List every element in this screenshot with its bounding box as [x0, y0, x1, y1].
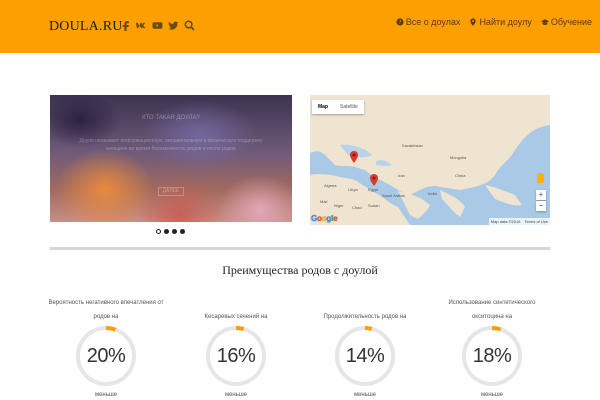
slider-dot-3[interactable] [172, 229, 177, 234]
slider-pagination [156, 229, 188, 234]
stat-sub: меньше [94, 392, 118, 398]
stat-ring: 14% [333, 324, 397, 388]
google-logo: Google [311, 214, 338, 223]
map-label-chad: Chad [352, 205, 362, 210]
twitter-icon[interactable] [166, 18, 181, 32]
facebook-icon[interactable] [118, 18, 133, 32]
stat-label: Использование синтетического окситоцина … [448, 300, 536, 320]
stat-value: 16% [216, 345, 256, 367]
svg-text:?: ? [398, 20, 401, 26]
nav-item-about-label: Все о доулах [405, 17, 461, 27]
vk-icon[interactable] [134, 18, 149, 32]
map-label-niger: Niger [334, 203, 344, 208]
graduation-cap-icon [540, 19, 549, 25]
stat-negative-impression: Вероятность негативного впечатления от р… [46, 296, 166, 398]
slider-dot-2[interactable] [164, 229, 169, 234]
map-label-iran: Iran [398, 173, 405, 178]
stat-sub: меньше [224, 392, 248, 398]
stat-oxytocin: Использование синтетического окситоцина … [432, 296, 552, 398]
zoom-out-button[interactable]: − [536, 201, 546, 211]
social-links [118, 18, 198, 32]
map-marker-pin-1[interactable] [350, 151, 358, 163]
site-logo[interactable]: DOULA.RU [49, 19, 123, 35]
map-label-egypt: Egypt [368, 187, 379, 192]
map-type-tabs: Map Satellite [312, 100, 364, 114]
stat-ring: 20% [74, 324, 138, 388]
map-label-mali: Mali [320, 199, 328, 204]
map-label-sudan: Sudan [368, 203, 380, 208]
doula-map[interactable]: Kazakhstan Mongolia China Iran Saudi Ara… [310, 95, 550, 225]
map-marker-icon [470, 18, 477, 26]
map-tab-map[interactable]: Map [312, 100, 334, 114]
nav-item-find[interactable]: Найти доулу [469, 17, 532, 27]
street-view-pegman-icon[interactable] [537, 173, 544, 183]
hero-slider[interactable]: КТО ТАКАЯ ДОУЛА? Доула оказывает информа… [50, 95, 292, 222]
map-footer: Map data ©2016 Terms of Use [488, 218, 550, 225]
stat-sub: меньше [480, 392, 504, 398]
stat-label: Продолжительность родов на [323, 314, 407, 320]
stat-ring: 16% [204, 324, 268, 388]
stat-cesarean: Кесаревых сечений на 16% меньше [176, 296, 296, 398]
stat-value: 14% [345, 345, 385, 367]
map-land [310, 95, 550, 225]
slide-title: КТО ТАКАЯ ДОУЛА? [142, 115, 200, 121]
map-attribution: Map data ©2016 [490, 219, 521, 224]
map-marker-pin-2[interactable] [370, 174, 378, 186]
stat-value: 18% [472, 345, 512, 367]
map-label-china: China [455, 173, 466, 178]
main-nav: ? Все о доулах Найти доулу Обучение [387, 17, 592, 27]
site-header: DOULA.RU ? Все о доулах Найти доулу Обуч… [0, 0, 600, 53]
stat-label: Кесаревых сечений на [204, 314, 268, 320]
nav-item-education-label: Обучение [550, 17, 592, 27]
map-label-algeria: Algeria [324, 183, 337, 188]
stat-labor-duration: Продолжительность родов на 14% меньше [305, 296, 425, 398]
slider-dot-1[interactable] [156, 229, 161, 234]
section-divider [50, 247, 550, 250]
stat-label: Вероятность негативного впечатления от р… [48, 300, 164, 320]
nav-item-about[interactable]: ? Все о доулах [396, 17, 461, 27]
youtube-icon[interactable] [150, 18, 165, 32]
map-label-kazakhstan: Kazakhstan [402, 143, 423, 148]
nav-item-education[interactable]: Обучение [540, 17, 592, 27]
section-title: Преимущества родов с доулой [222, 263, 378, 277]
zoom-in-button[interactable]: + [536, 190, 546, 200]
nav-item-find-label: Найти доулу [479, 17, 532, 27]
map-label-india: India [428, 191, 437, 196]
map-terms-link[interactable]: Terms of Use [524, 219, 548, 224]
slide-more-button[interactable]: ДАЛЕЕ [158, 187, 184, 196]
map-label-libya: Libya [348, 187, 358, 192]
question-circle-icon: ? [396, 18, 404, 26]
map-label-mongolia: Mongolia [450, 155, 467, 160]
map-tab-satellite[interactable]: Satellite [334, 100, 364, 114]
stat-sub: меньше [353, 392, 377, 398]
stat-value: 20% [86, 345, 126, 367]
search-icon[interactable] [182, 18, 197, 32]
slide-text: Доула оказывает информационную, эмоциона… [79, 138, 263, 152]
map-label-saudi-arabia: Saudi Arabia [382, 193, 405, 198]
stat-ring: 18% [460, 324, 524, 388]
slider-dot-4[interactable] [180, 229, 185, 234]
